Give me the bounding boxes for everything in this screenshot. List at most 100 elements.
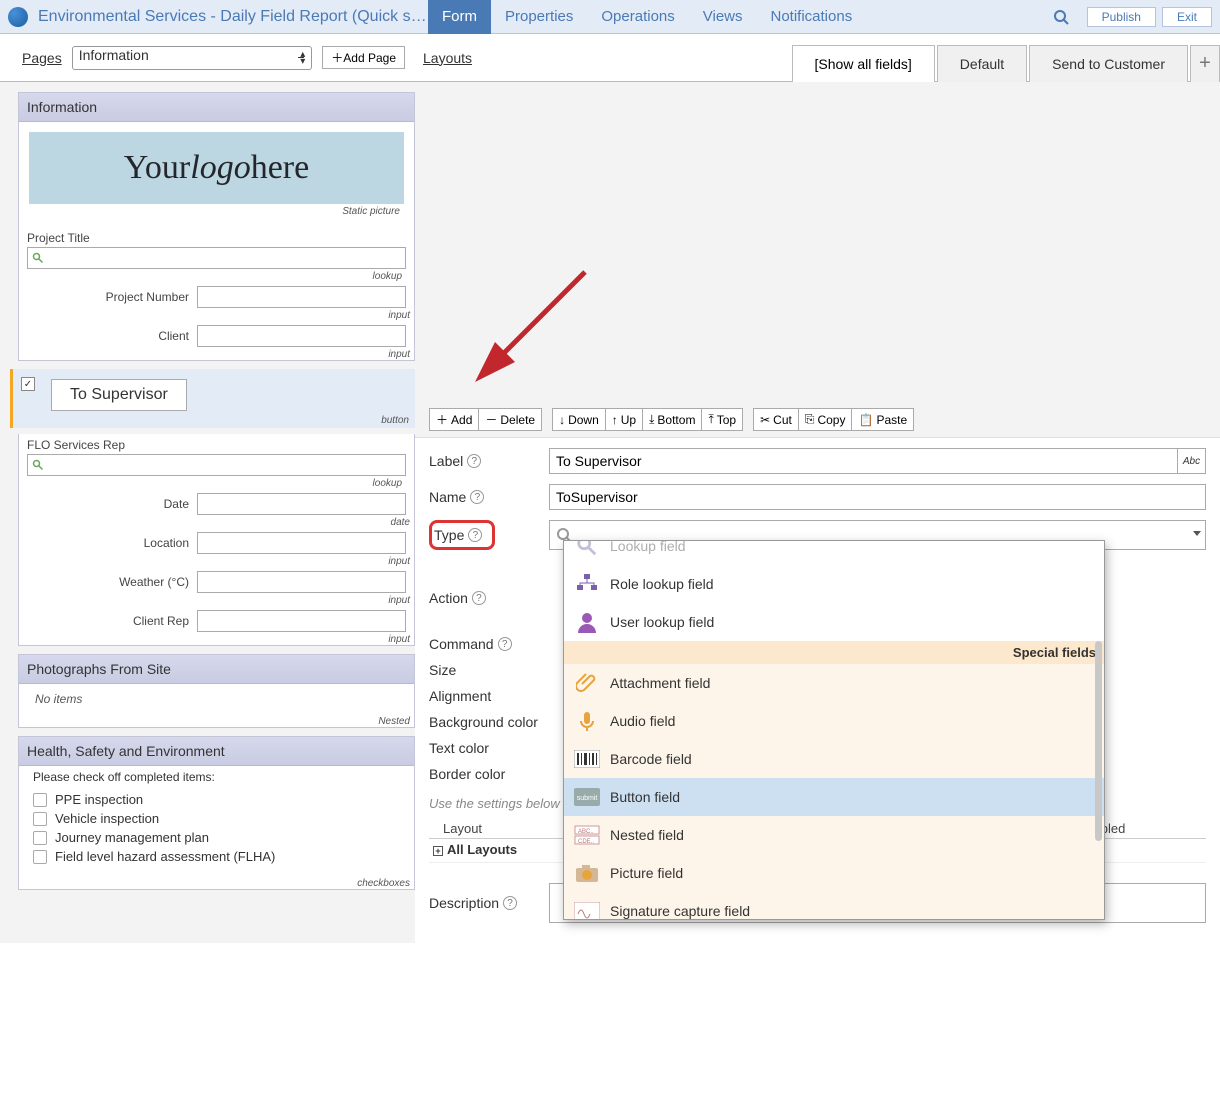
hse-item-journey[interactable]: Journey management plan (33, 830, 404, 845)
minus-icon: － (485, 411, 497, 428)
panel-photos: Photographs From Site No items Nested (18, 654, 415, 728)
btn-label: Up (621, 413, 636, 427)
prop-type-label: Type (434, 527, 464, 543)
tab-notifications[interactable]: Notifications (757, 0, 867, 34)
logo-text-em: logo (190, 149, 250, 187)
up-button[interactable]: ↑Up (606, 408, 643, 431)
prop-textcolor-label: Text color (429, 740, 549, 756)
bottom-button[interactable]: ⤓Bottom (643, 408, 702, 431)
type-highlight: Type? (429, 520, 495, 550)
add-page-button[interactable]: ＋Add Page (322, 46, 405, 69)
field-project-number[interactable] (197, 286, 406, 308)
help-icon[interactable]: ? (503, 896, 517, 910)
lookup-icon (32, 252, 44, 264)
checkbox-icon (33, 850, 47, 864)
dd-item-audio[interactable]: Audio field (564, 702, 1104, 740)
checkbox-icon (33, 831, 47, 845)
hse-item-label: Field level hazard assessment (FLHA) (55, 849, 275, 864)
app-title: Environmental Services - Daily Field Rep… (38, 8, 428, 26)
dd-label: Lookup field (610, 540, 686, 554)
selection-checkbox[interactable]: ✓ (21, 377, 35, 391)
hse-item-vehicle[interactable]: Vehicle inspection (33, 811, 404, 826)
type-tag-static-picture: Static picture (29, 204, 404, 217)
type-tag-date: date (19, 515, 414, 528)
dd-item-user-lookup[interactable]: User lookup field (564, 603, 1104, 641)
hse-item-flha[interactable]: Field level hazard assessment (FLHA) (33, 849, 404, 864)
cut-button[interactable]: ✂Cut (753, 408, 799, 431)
help-icon[interactable]: ? (470, 490, 484, 504)
field-flo-rep[interactable] (27, 454, 406, 476)
search-icon[interactable] (1053, 9, 1069, 25)
paperclip-icon (574, 670, 600, 696)
dd-item-barcode[interactable]: Barcode field (564, 740, 1104, 778)
dd-item-attachment[interactable]: Attachment field (564, 664, 1104, 702)
type-dropdown: Lookup field Role lookup field User look… (563, 540, 1105, 920)
dd-label: User lookup field (610, 614, 714, 630)
label-input[interactable] (549, 448, 1178, 474)
add-page-label: Add Page (343, 51, 396, 65)
dd-item-role-lookup[interactable]: Role lookup field (564, 565, 1104, 603)
dd-item-button[interactable]: submit Button field (564, 778, 1104, 816)
btn-label: Delete (500, 413, 535, 427)
field-weather[interactable] (197, 571, 406, 593)
dd-item-nested[interactable]: ABC..CDE.. Nested field (564, 816, 1104, 854)
user-icon (574, 609, 600, 635)
lookup-icon (574, 540, 600, 559)
btn-label: Add (451, 413, 472, 427)
abc-button[interactable]: Abc (1178, 448, 1206, 474)
arrow-up-icon: ↑ (612, 413, 618, 427)
plus-icon: ＋ (331, 51, 343, 65)
expand-icon[interactable]: + (433, 846, 443, 856)
dd-item-lookup-partial[interactable]: Lookup field (564, 540, 1104, 565)
selected-field-block[interactable]: ✓ To Supervisor button (10, 369, 415, 428)
tab-views[interactable]: Views (689, 0, 757, 34)
field-label-weather: Weather (°C) (27, 575, 197, 589)
add-button[interactable]: ＋Add (429, 408, 479, 431)
svg-text:ABC..: ABC.. (578, 829, 594, 835)
checkbox-icon (33, 793, 47, 807)
pages-select[interactable]: Information ▴▾ (72, 46, 313, 70)
layout-tab-send[interactable]: Send to Customer (1029, 45, 1188, 82)
role-lookup-icon (574, 571, 600, 597)
field-date[interactable] (197, 493, 406, 515)
field-location[interactable] (197, 532, 406, 554)
dropdown-arrow-icon (1193, 531, 1201, 536)
row-label: All Layouts (447, 842, 517, 857)
top-button[interactable]: ⤒Top (702, 408, 743, 431)
dd-item-picture[interactable]: Picture field (564, 854, 1104, 892)
delete-button[interactable]: －Delete (479, 408, 542, 431)
field-label-client: Client (27, 329, 197, 343)
help-icon[interactable]: ? (498, 637, 512, 651)
exit-button[interactable]: Exit (1162, 7, 1212, 27)
tab-operations[interactable]: Operations (587, 0, 688, 34)
tab-form[interactable]: Form (428, 0, 491, 34)
tab-properties[interactable]: Properties (491, 0, 587, 34)
dropdown-scrollbar[interactable] (1095, 641, 1102, 841)
field-client-rep[interactable] (197, 610, 406, 632)
field-client[interactable] (197, 325, 406, 347)
prop-alignment-label: Alignment (429, 688, 549, 704)
app-icon (8, 7, 28, 27)
down-button[interactable]: ↓Down (552, 408, 606, 431)
nested-icon: ABC..CDE.. (574, 822, 600, 848)
layout-tab-default[interactable]: Default (937, 45, 1027, 82)
panel-hse: Health, Safety and Environment Please ch… (18, 736, 415, 890)
copy-button[interactable]: ⎘Copy (799, 408, 853, 431)
dd-label: Role lookup field (610, 576, 714, 592)
field-project-title[interactable] (27, 247, 406, 269)
layout-add-button[interactable]: + (1190, 45, 1220, 82)
paste-button[interactable]: 📋Paste (852, 408, 914, 431)
dd-label: Nested field (610, 827, 684, 843)
publish-button[interactable]: Publish (1087, 7, 1156, 27)
help-icon[interactable]: ? (467, 454, 481, 468)
name-input[interactable] (549, 484, 1206, 510)
plus-icon: ＋ (436, 411, 448, 428)
dd-item-signature[interactable]: Signature capture field (564, 892, 1104, 920)
panel-information: Information Your logo here Static pictur… (18, 92, 415, 361)
field-label-client-rep: Client Rep (27, 614, 197, 628)
help-icon[interactable]: ? (472, 591, 486, 605)
help-icon[interactable]: ? (468, 528, 482, 542)
type-tag-input2: input (19, 347, 414, 360)
layout-tab-all[interactable]: [Show all fields] (792, 45, 935, 82)
hse-item-ppe[interactable]: PPE inspection (33, 792, 404, 807)
